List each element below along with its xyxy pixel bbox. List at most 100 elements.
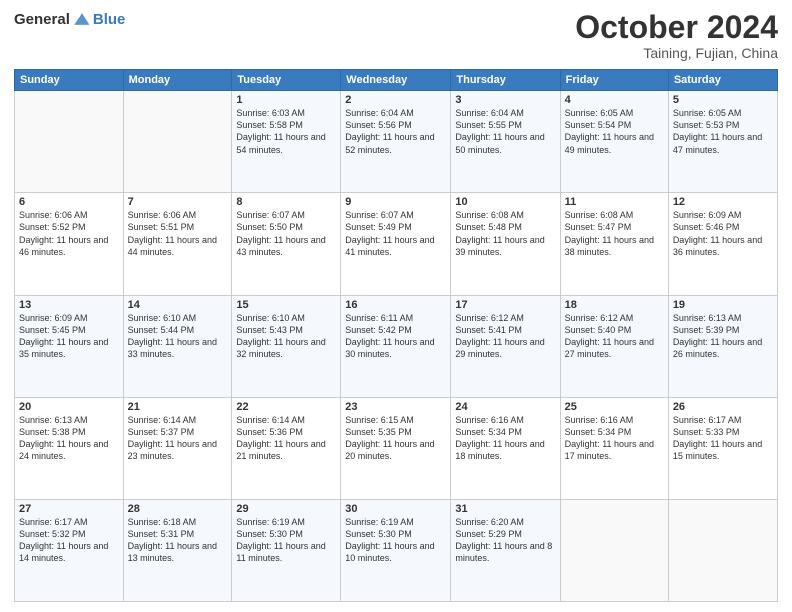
cell-sun-info: Sunrise: 6:07 AM Sunset: 5:50 PM Dayligh… xyxy=(236,210,325,256)
calendar-cell: 23 Sunrise: 6:15 AM Sunset: 5:35 PM Dayli… xyxy=(341,397,451,499)
cell-sun-info: Sunrise: 6:12 AM Sunset: 5:40 PM Dayligh… xyxy=(565,313,654,359)
day-number: 1 xyxy=(236,94,336,106)
cell-sun-info: Sunrise: 6:13 AM Sunset: 5:39 PM Dayligh… xyxy=(673,313,762,359)
day-number: 14 xyxy=(128,299,228,311)
calendar-cell: 30 Sunrise: 6:19 AM Sunset: 5:30 PM Dayli… xyxy=(341,499,451,601)
cell-sun-info: Sunrise: 6:17 AM Sunset: 5:32 PM Dayligh… xyxy=(19,517,108,563)
day-number: 23 xyxy=(345,401,446,413)
day-number: 21 xyxy=(128,401,228,413)
calendar-cell: 26 Sunrise: 6:17 AM Sunset: 5:33 PM Dayli… xyxy=(668,397,777,499)
day-header-monday: Monday xyxy=(123,70,232,91)
calendar-cell: 29 Sunrise: 6:19 AM Sunset: 5:30 PM Dayli… xyxy=(232,499,341,601)
calendar-cell: 3Sunrise: 6:04 AM Sunset: 5:55 PM Daylig… xyxy=(451,91,560,193)
logo-icon xyxy=(73,10,91,28)
day-number: 28 xyxy=(128,503,228,515)
calendar-cell: 31 Sunrise: 6:20 AM Sunset: 5:29 PM Dayli… xyxy=(451,499,560,601)
day-number: 6 xyxy=(19,196,119,208)
day-number: 29 xyxy=(236,503,336,515)
day-number: 10 xyxy=(455,196,555,208)
calendar-cell: 14Sunrise: 6:10 AM Sunset: 5:44 PM Dayli… xyxy=(123,295,232,397)
day-number: 12 xyxy=(673,196,773,208)
day-number: 30 xyxy=(345,503,446,515)
cell-sun-info: Sunrise: 6:19 AM Sunset: 5:30 PM Dayligh… xyxy=(345,517,434,563)
calendar-cell: 19 Sunrise: 6:13 AM Sunset: 5:39 PM Dayli… xyxy=(668,295,777,397)
calendar-cell: 20Sunrise: 6:13 AM Sunset: 5:38 PM Dayli… xyxy=(15,397,124,499)
day-number: 4 xyxy=(565,94,664,106)
day-number: 15 xyxy=(236,299,336,311)
cell-sun-info: Sunrise: 6:09 AM Sunset: 5:46 PM Dayligh… xyxy=(673,210,762,256)
day-header-sunday: Sunday xyxy=(15,70,124,91)
day-number: 31 xyxy=(455,503,555,515)
calendar-cell: 17 Sunrise: 6:12 AM Sunset: 5:41 PM Dayli… xyxy=(451,295,560,397)
calendar-cell: 9 Sunrise: 6:07 AM Sunset: 5:49 PM Daylig… xyxy=(341,193,451,295)
cell-sun-info: Sunrise: 6:17 AM Sunset: 5:33 PM Dayligh… xyxy=(673,415,762,461)
calendar-cell: 5Sunrise: 6:05 AM Sunset: 5:53 PM Daylig… xyxy=(668,91,777,193)
calendar-cell: 11Sunrise: 6:08 AM Sunset: 5:47 PM Dayli… xyxy=(560,193,668,295)
day-number: 16 xyxy=(345,299,446,311)
calendar-week-5: 27 Sunrise: 6:17 AM Sunset: 5:32 PM Dayli… xyxy=(15,499,778,601)
cell-sun-info: Sunrise: 6:15 AM Sunset: 5:35 PM Dayligh… xyxy=(345,415,434,461)
calendar-cell: 24 Sunrise: 6:16 AM Sunset: 5:34 PM Dayli… xyxy=(451,397,560,499)
calendar-cell: 7 Sunrise: 6:06 AM Sunset: 5:51 PM Daylig… xyxy=(123,193,232,295)
cell-sun-info: Sunrise: 6:14 AM Sunset: 5:36 PM Dayligh… xyxy=(236,415,325,461)
page-header: General Blue October 2024 Taining, Fujia… xyxy=(14,10,778,61)
day-number: 26 xyxy=(673,401,773,413)
day-number: 3 xyxy=(455,94,555,106)
cell-sun-info: Sunrise: 6:12 AM Sunset: 5:41 PM Dayligh… xyxy=(455,313,544,359)
calendar-cell: 12 Sunrise: 6:09 AM Sunset: 5:46 PM Dayli… xyxy=(668,193,777,295)
cell-sun-info: Sunrise: 6:08 AM Sunset: 5:47 PM Dayligh… xyxy=(565,210,654,256)
month-title: October 2024 xyxy=(575,10,778,45)
calendar-cell: 13 Sunrise: 6:09 AM Sunset: 5:45 PM Dayli… xyxy=(15,295,124,397)
logo-text-general: General xyxy=(14,11,70,28)
calendar-cell: 15Sunrise: 6:10 AM Sunset: 5:43 PM Dayli… xyxy=(232,295,341,397)
cell-sun-info: Sunrise: 6:18 AM Sunset: 5:31 PM Dayligh… xyxy=(128,517,217,563)
cell-sun-info: Sunrise: 6:16 AM Sunset: 5:34 PM Dayligh… xyxy=(455,415,544,461)
calendar-header-row: SundayMondayTuesdayWednesdayThursdayFrid… xyxy=(15,70,778,91)
calendar-week-2: 6 Sunrise: 6:06 AM Sunset: 5:52 PM Daylig… xyxy=(15,193,778,295)
calendar-cell: 25Sunrise: 6:16 AM Sunset: 5:34 PM Dayli… xyxy=(560,397,668,499)
cell-sun-info: Sunrise: 6:07 AM Sunset: 5:49 PM Dayligh… xyxy=(345,210,434,256)
day-number: 19 xyxy=(673,299,773,311)
cell-sun-info: Sunrise: 6:06 AM Sunset: 5:52 PM Dayligh… xyxy=(19,210,108,256)
cell-sun-info: Sunrise: 6:04 AM Sunset: 5:56 PM Dayligh… xyxy=(345,108,434,154)
day-number: 24 xyxy=(455,401,555,413)
calendar-cell: 22 Sunrise: 6:14 AM Sunset: 5:36 PM Dayli… xyxy=(232,397,341,499)
day-number: 22 xyxy=(236,401,336,413)
day-number: 27 xyxy=(19,503,119,515)
cell-sun-info: Sunrise: 6:19 AM Sunset: 5:30 PM Dayligh… xyxy=(236,517,325,563)
cell-sun-info: Sunrise: 6:20 AM Sunset: 5:29 PM Dayligh… xyxy=(455,517,552,563)
cell-sun-info: Sunrise: 6:05 AM Sunset: 5:54 PM Dayligh… xyxy=(565,108,654,154)
cell-sun-info: Sunrise: 6:09 AM Sunset: 5:45 PM Dayligh… xyxy=(19,313,108,359)
calendar-cell xyxy=(15,91,124,193)
calendar-cell xyxy=(560,499,668,601)
calendar-cell: 6 Sunrise: 6:06 AM Sunset: 5:52 PM Daylig… xyxy=(15,193,124,295)
day-number: 20 xyxy=(19,401,119,413)
day-header-thursday: Thursday xyxy=(451,70,560,91)
day-number: 5 xyxy=(673,94,773,106)
cell-sun-info: Sunrise: 6:06 AM Sunset: 5:51 PM Dayligh… xyxy=(128,210,217,256)
cell-sun-info: Sunrise: 6:08 AM Sunset: 5:48 PM Dayligh… xyxy=(455,210,544,256)
calendar-cell: 2Sunrise: 6:04 AM Sunset: 5:56 PM Daylig… xyxy=(341,91,451,193)
calendar-cell: 27 Sunrise: 6:17 AM Sunset: 5:32 PM Dayli… xyxy=(15,499,124,601)
day-number: 13 xyxy=(19,299,119,311)
location-subtitle: Taining, Fujian, China xyxy=(575,45,778,61)
day-number: 17 xyxy=(455,299,555,311)
calendar-cell: 16 Sunrise: 6:11 AM Sunset: 5:42 PM Dayli… xyxy=(341,295,451,397)
day-number: 9 xyxy=(345,196,446,208)
calendar-cell: 21 Sunrise: 6:14 AM Sunset: 5:37 PM Dayli… xyxy=(123,397,232,499)
calendar-cell: 1 Sunrise: 6:03 AM Sunset: 5:58 PM Daylig… xyxy=(232,91,341,193)
day-number: 7 xyxy=(128,196,228,208)
calendar-week-1: 1 Sunrise: 6:03 AM Sunset: 5:58 PM Daylig… xyxy=(15,91,778,193)
calendar-page: General Blue October 2024 Taining, Fujia… xyxy=(0,0,792,612)
calendar-cell: 8 Sunrise: 6:07 AM Sunset: 5:50 PM Daylig… xyxy=(232,193,341,295)
day-number: 18 xyxy=(565,299,664,311)
cell-sun-info: Sunrise: 6:14 AM Sunset: 5:37 PM Dayligh… xyxy=(128,415,217,461)
title-block: October 2024 Taining, Fujian, China xyxy=(575,10,778,61)
day-number: 8 xyxy=(236,196,336,208)
calendar-cell: 28 Sunrise: 6:18 AM Sunset: 5:31 PM Dayli… xyxy=(123,499,232,601)
calendar-cell: 4 Sunrise: 6:05 AM Sunset: 5:54 PM Daylig… xyxy=(560,91,668,193)
cell-sun-info: Sunrise: 6:16 AM Sunset: 5:34 PM Dayligh… xyxy=(565,415,654,461)
calendar-cell xyxy=(668,499,777,601)
cell-sun-info: Sunrise: 6:03 AM Sunset: 5:58 PM Dayligh… xyxy=(236,108,325,154)
cell-sun-info: Sunrise: 6:11 AM Sunset: 5:42 PM Dayligh… xyxy=(345,313,434,359)
